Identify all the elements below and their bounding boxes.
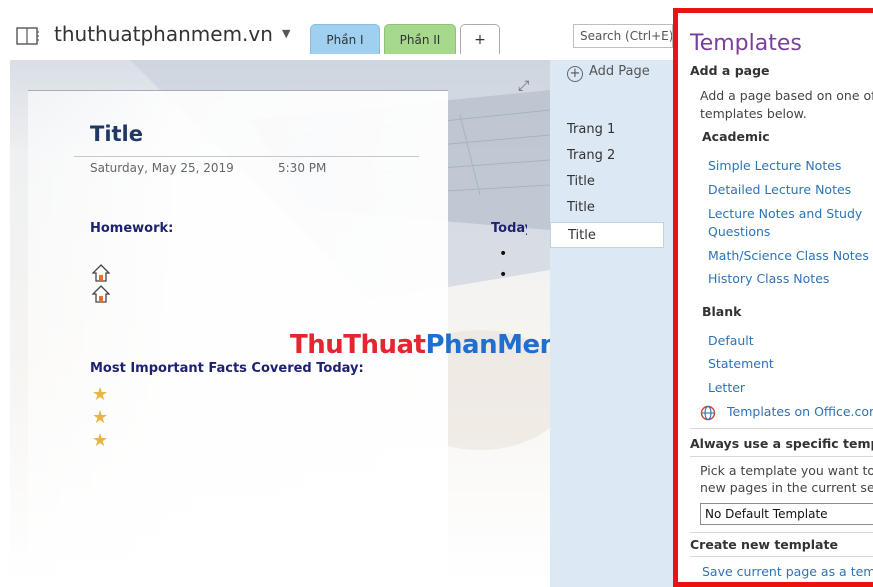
separator <box>690 532 873 533</box>
always-use-description: Pick a template you want to use for all <box>700 463 873 478</box>
add-page-label: Add Page <box>589 64 650 79</box>
page-list-item[interactable]: Title <box>550 195 664 221</box>
star-icon: ★ <box>92 384 109 405</box>
templates-office-link[interactable]: Templates on Office.com <box>727 404 873 419</box>
page-list-item[interactable]: Trang 2 <box>550 143 664 169</box>
template-link-history-notes[interactable]: History Class Notes <box>708 271 829 286</box>
blank-heading: Blank <box>702 304 742 319</box>
notebook-title[interactable]: thuthuatphanmem.vn <box>54 22 273 46</box>
chevron-down-icon[interactable]: ▼ <box>282 27 290 40</box>
add-page-description: Add a page based on one of the <box>700 88 873 103</box>
academic-heading: Academic <box>702 129 770 144</box>
facts-heading[interactable]: Most Important Facts Covered Today: <box>90 361 364 376</box>
watermark-part-2: PhanMem.vn <box>425 330 550 360</box>
section-tab-phan-2[interactable]: Phần II <box>384 24 456 54</box>
watermark-logo: ThuThuatPhanMem.vn <box>290 330 550 360</box>
star-icon: ★ <box>92 430 109 451</box>
add-page-heading: Add a page <box>690 63 770 78</box>
always-use-description: new pages in the current section. <box>700 480 873 495</box>
separator <box>690 428 873 429</box>
notebook-icon[interactable] <box>16 27 40 45</box>
template-link-statement[interactable]: Statement <box>708 356 774 371</box>
house-icon <box>92 285 110 303</box>
page-list-item-selected[interactable]: Title <box>550 222 664 248</box>
page-list-item[interactable]: Trang 1 <box>550 117 664 143</box>
template-link-lecture-notes-study-questions[interactable]: Lecture Notes and Study <box>708 206 862 221</box>
page-date: Saturday, May 25, 2019 <box>90 161 234 175</box>
expand-icon[interactable]: ⤢ <box>518 78 529 94</box>
homework-heading[interactable]: Homework: <box>90 221 173 236</box>
separator <box>690 556 873 557</box>
page-title[interactable]: Title <box>90 122 143 146</box>
page-canvas[interactable]: ⤢ Title Saturday, May 25, 2019 5:30 PM H… <box>10 60 550 587</box>
create-template-heading: Create new template <box>690 537 838 552</box>
page-list-item[interactable]: Title <box>550 169 664 195</box>
add-section-button[interactable]: + <box>460 24 500 54</box>
save-as-template-link[interactable]: Save current page as a template <box>702 564 873 579</box>
template-link-math-science-notes[interactable]: Math/Science Class Notes <box>708 248 869 263</box>
notebook-header: thuthuatphanmem.vn ▼ Phần I Phần II + Se… <box>0 0 675 60</box>
plus-circle-icon: + <box>567 66 583 82</box>
add-page-description: templates below. <box>700 106 807 121</box>
office-globe-icon[interactable] <box>700 405 716 421</box>
template-link-simple-lecture-notes[interactable]: Simple Lecture Notes <box>708 158 841 173</box>
section-tab-phan-1[interactable]: Phần I <box>310 24 380 54</box>
bullet-icon: • <box>499 246 508 262</box>
separator <box>690 456 873 457</box>
template-link-letter[interactable]: Letter <box>708 380 745 395</box>
page-time: 5:30 PM <box>278 161 327 175</box>
title-divider <box>74 156 419 157</box>
today-heading[interactable]: Today <box>491 221 527 236</box>
templates-title: Templates <box>690 31 802 56</box>
template-link-lecture-notes-study-questions[interactable]: Questions <box>708 224 770 239</box>
templates-pane: Templates Add a page Add a page based on… <box>673 8 873 587</box>
always-use-heading: Always use a specific template <box>690 436 873 451</box>
house-icon <box>92 264 110 282</box>
add-page-button[interactable]: + Add Page <box>567 64 650 82</box>
template-link-default[interactable]: Default <box>708 333 754 348</box>
search-input[interactable]: Search (Ctrl+E) <box>573 24 673 48</box>
watermark-part-1: ThuThuat <box>290 330 426 360</box>
default-template-select[interactable]: No Default Template <box>700 503 873 525</box>
star-icon: ★ <box>92 407 109 428</box>
template-link-detailed-lecture-notes[interactable]: Detailed Lecture Notes <box>708 182 851 197</box>
bullet-icon: • <box>499 267 508 283</box>
